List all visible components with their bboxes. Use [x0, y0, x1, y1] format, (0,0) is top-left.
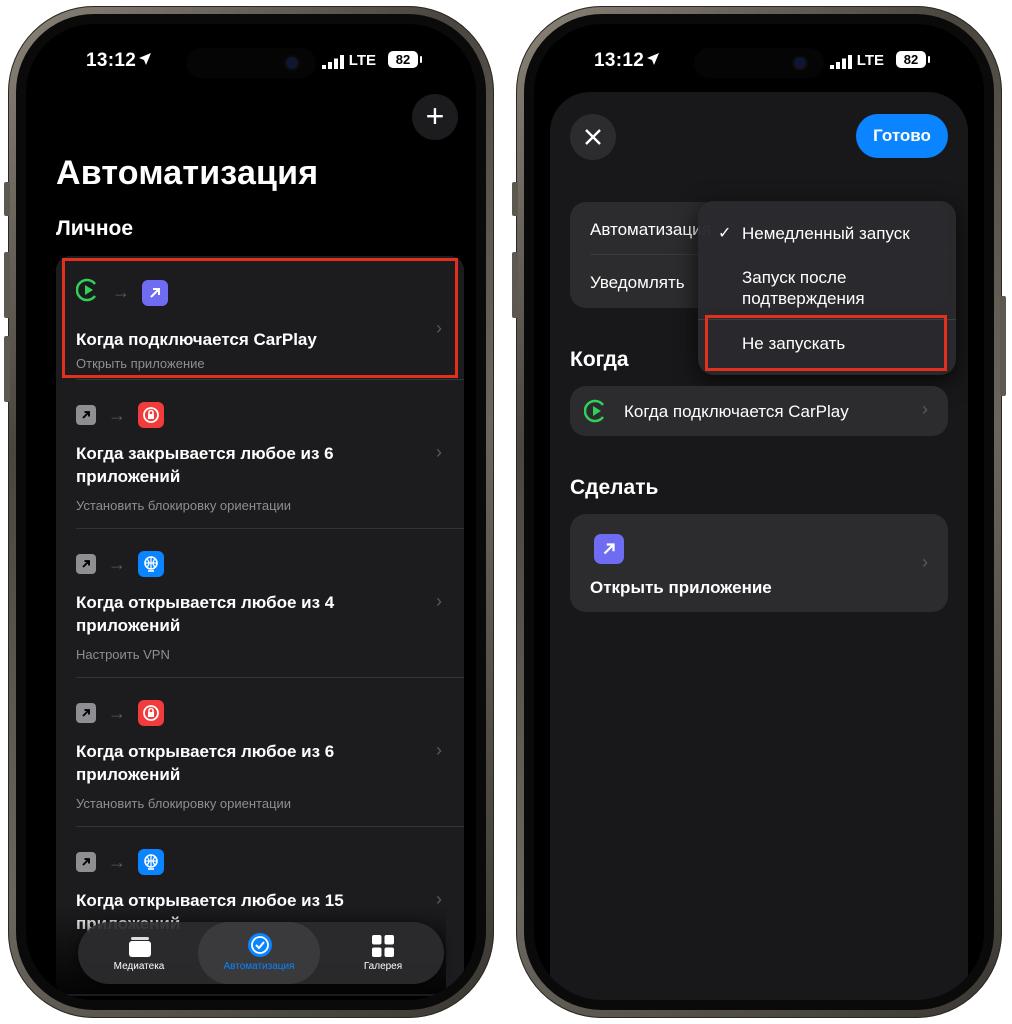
right-side-button [1000, 296, 1006, 396]
arrow-right-icon: → [108, 404, 126, 425]
arrow-up-right-icon [76, 852, 96, 872]
tab-library[interactable]: Медиатека [78, 922, 200, 984]
network-label: LTE [348, 52, 376, 69]
menu-item-run-after-confirm[interactable]: Запуск после подтверждения [742, 267, 912, 309]
action-label: Открыть приложение [590, 578, 772, 597]
tab-label: Галерея [363, 961, 403, 972]
item-title: Когда закрывается любое из 6 приложений [76, 444, 334, 486]
status-bar: 13:12 LTE 82 [26, 46, 476, 78]
battery-icon: 82 [388, 51, 422, 68]
action-row[interactable]: Открыть приложение › [570, 514, 948, 612]
globe-icon [138, 849, 164, 875]
library-icon [128, 934, 152, 963]
item-subtitle: Настроить VPN [76, 647, 170, 662]
status-time: 13:12 [86, 50, 137, 71]
chevron-right-icon: › [922, 552, 928, 572]
when-header: Когда [570, 348, 629, 371]
chevron-right-icon: › [436, 442, 442, 462]
dynamic-island [186, 48, 316, 78]
when-trigger-row[interactable]: Когда подключается CarPlay › [570, 386, 948, 436]
add-automation-button[interactable]: + [412, 94, 458, 140]
trigger-label: Когда подключается CarPlay [624, 402, 849, 421]
left-side-button [4, 182, 10, 216]
item-title: Когда открывается любое из 4 приложений [76, 593, 335, 635]
orientation-lock-icon [138, 700, 164, 726]
arrow-up-right-icon [76, 405, 96, 425]
arrow-up-right-icon [76, 554, 96, 574]
grid-icon [371, 934, 395, 963]
arrow-right-icon: → [108, 702, 126, 723]
close-button[interactable] [570, 114, 616, 160]
do-header: Сделать [570, 476, 659, 499]
clock-check-icon [247, 932, 273, 963]
arrow-up-right-icon [76, 703, 96, 723]
camera-icon [286, 57, 298, 69]
network-label: LTE [856, 52, 884, 69]
left-side-button [512, 252, 518, 318]
tab-gallery[interactable]: Галерея [322, 922, 444, 984]
chevron-right-icon: › [436, 740, 442, 760]
tab-label: Автоматизация [223, 961, 295, 972]
done-button[interactable]: Готово [856, 114, 948, 158]
section-header: Личное [56, 217, 134, 240]
right-phone: 13:12 LTE 82 Готово Автоматизация Уведом… [512, 6, 1006, 1018]
chevron-right-icon: › [436, 591, 442, 611]
arrow-up-right-icon [594, 534, 624, 564]
left-phone: 13:12 LTE 82 + Автоматизация Личное → Ко… [4, 6, 494, 1018]
left-side-button [4, 252, 10, 318]
globe-icon [138, 551, 164, 577]
setting-automation[interactable]: Автоматизация [590, 220, 711, 240]
edit-automation-sheet: Готово Автоматизация Уведомлять ✓ Немедл… [550, 92, 968, 1000]
left-side-button [4, 336, 10, 402]
item-subtitle: Установить блокировку ориентации [76, 796, 292, 811]
checkmark-icon: ✓ [718, 225, 732, 242]
orientation-lock-icon [138, 402, 164, 428]
menu-item-run-immediately[interactable]: Немедленный запуск [742, 223, 910, 244]
highlight-frame [705, 315, 947, 371]
item-title: Когда открывается любое из 6 приложений [76, 742, 335, 784]
signal-icon [322, 55, 344, 69]
arrow-right-icon: → [108, 851, 126, 872]
camera-icon [794, 57, 806, 69]
page-title: Автоматизация [56, 154, 319, 192]
list-item[interactable]: → Когда закрывается любое из 6 приложени… [56, 380, 464, 529]
status-time: 13:12 [594, 50, 645, 71]
dynamic-island [694, 48, 824, 78]
screen: 13:12 LTE 82 + Автоматизация Личное → Ко… [26, 24, 476, 1000]
highlight-frame [62, 258, 458, 378]
item-subtitle: Установить блокировку ориентации [76, 498, 292, 513]
setting-notify[interactable]: Уведомлять [590, 273, 685, 293]
status-bar: 13:12 LTE 82 [534, 46, 984, 78]
list-item[interactable]: → Когда открывается любое из 4 приложени… [56, 529, 464, 678]
chevron-right-icon: › [922, 399, 928, 419]
arrow-right-icon: → [108, 553, 126, 574]
tab-label: Медиатека [113, 961, 165, 972]
screen: 13:12 LTE 82 Готово Автоматизация Уведом… [534, 24, 984, 1000]
carplay-play-icon [583, 399, 608, 428]
battery-icon: 82 [896, 51, 930, 68]
location-icon [138, 52, 152, 71]
signal-icon [830, 55, 852, 69]
location-icon [646, 52, 660, 71]
list-item[interactable]: → Когда открывается любое из 6 приложени… [56, 678, 464, 827]
tab-bar: Медиатека Автоматизация Галерея [78, 922, 444, 984]
tab-automation[interactable]: Автоматизация [198, 922, 320, 984]
left-side-button [512, 182, 518, 216]
close-icon [585, 129, 601, 145]
